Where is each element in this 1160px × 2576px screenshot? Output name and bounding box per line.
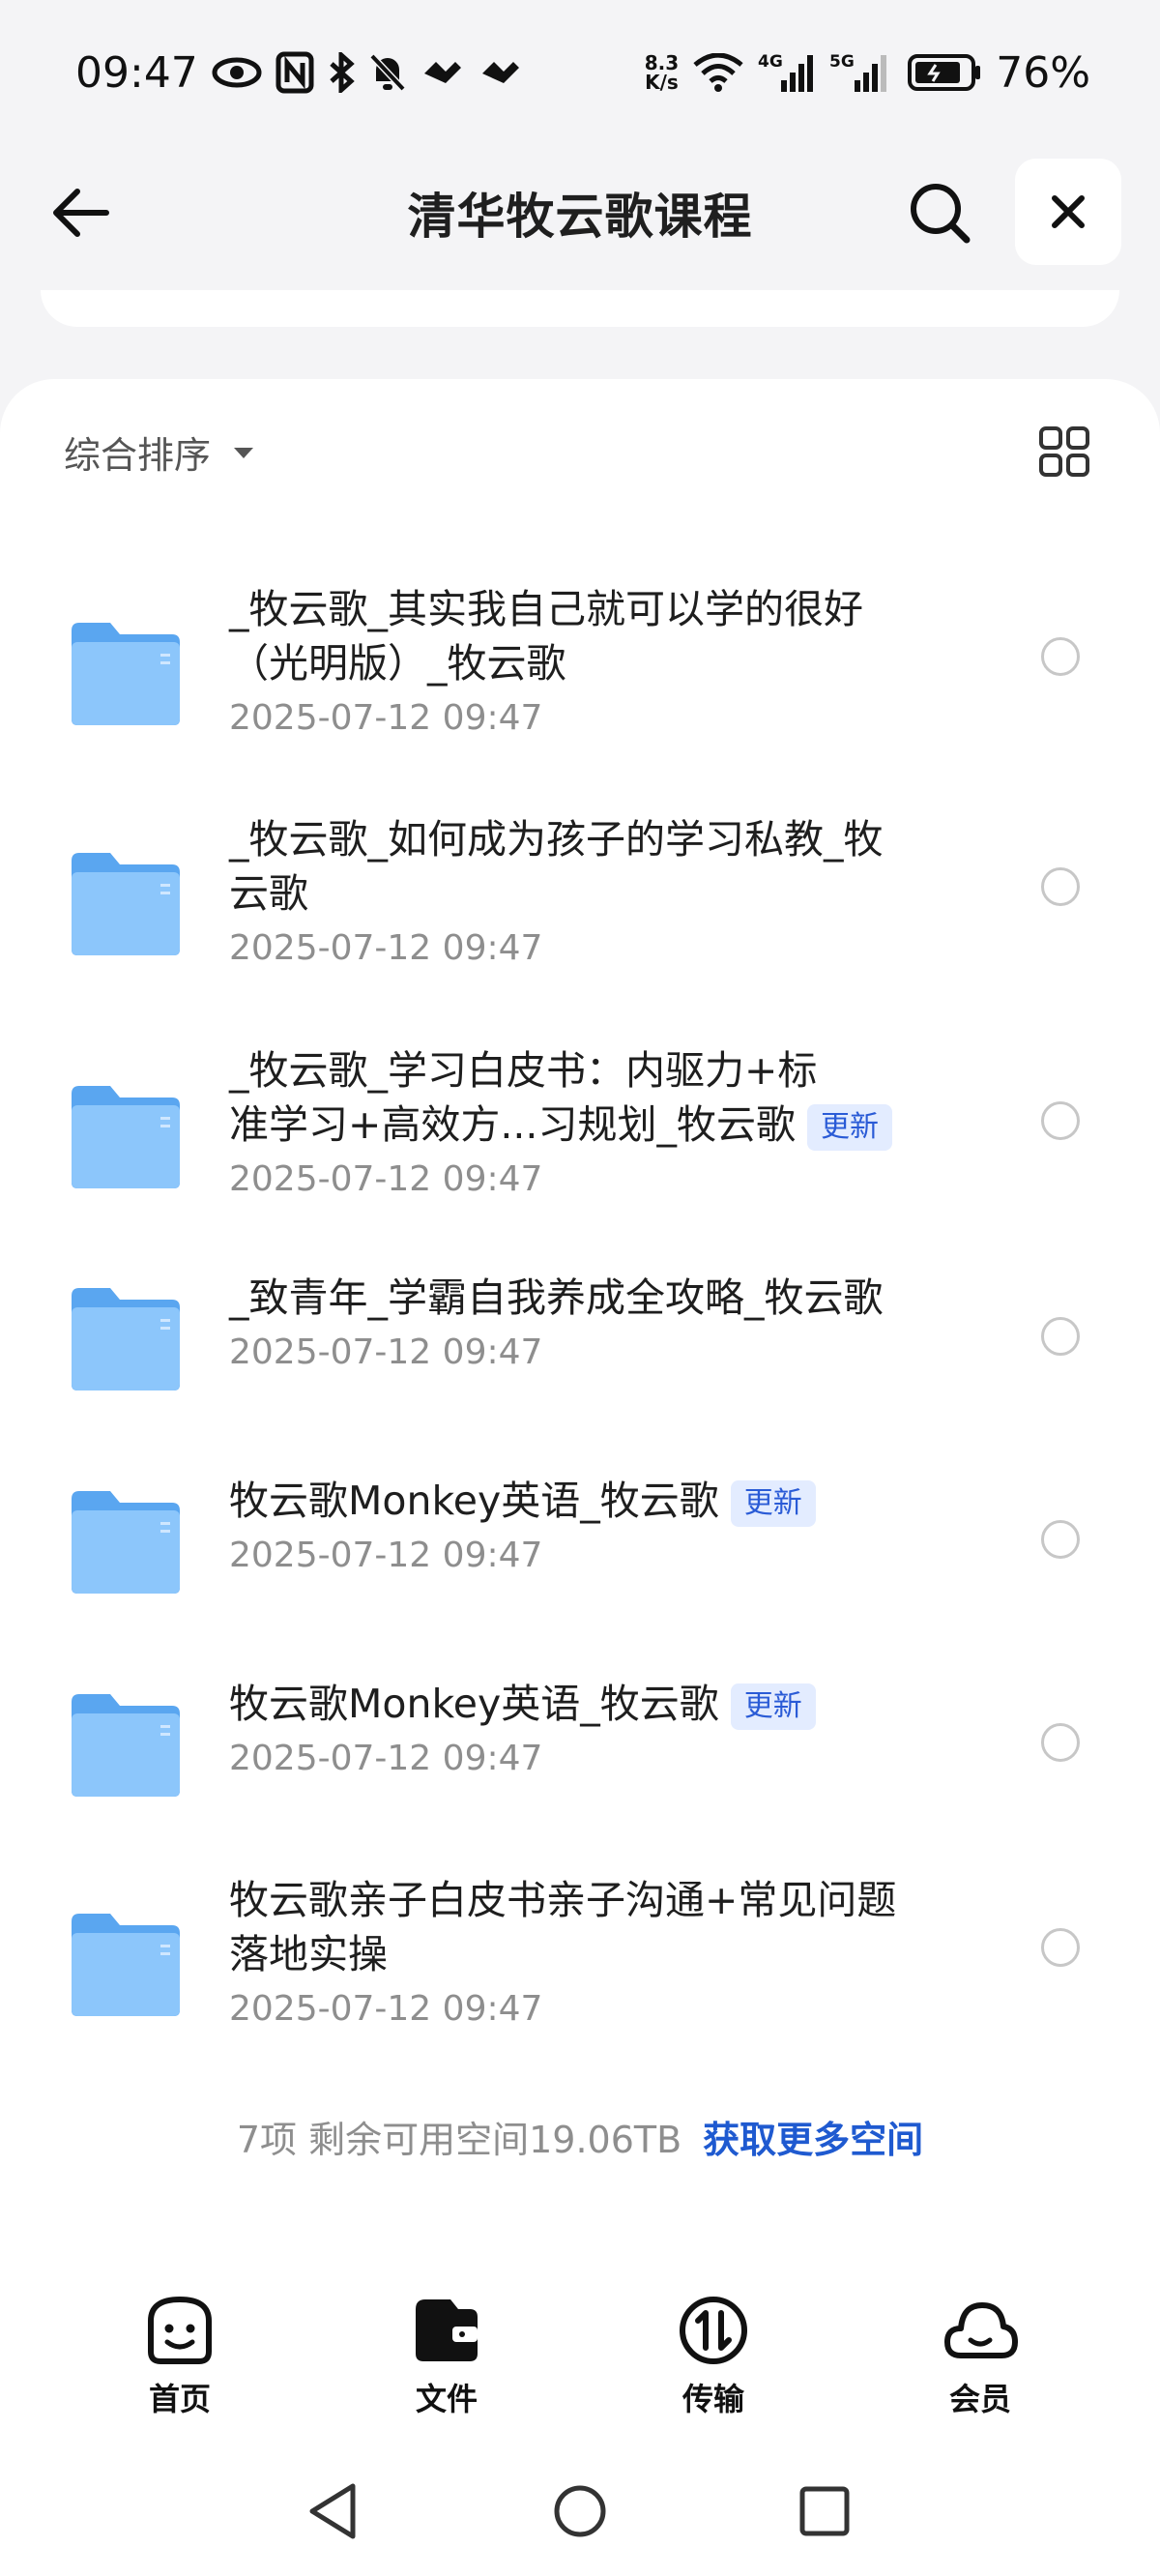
file-name: 牧云歌Monkey英语_牧云歌 更新 [229,1677,944,1731]
nfc-icon [276,51,314,94]
signal-5g-icon: 5G [829,51,893,94]
folder-icon [72,853,180,955]
folder-icon [72,1694,180,1797]
tab-home[interactable]: 首页 [102,2292,257,2437]
select-radio[interactable] [1041,1317,1080,1356]
system-back-button[interactable] [290,2468,377,2555]
tab-transfer-label: 传输 [682,2381,744,2417]
select-radio[interactable] [1041,637,1080,676]
battery-icon [907,52,982,93]
system-recents-button[interactable] [781,2468,868,2555]
update-badge: 更新 [730,1683,816,1730]
update-badge: 更新 [730,1480,816,1527]
tab-transfer[interactable]: 传输 [636,2292,791,2437]
get-more-space-link[interactable]: 获取更多空间 [703,2119,923,2161]
tab-files[interactable]: 文件 [369,2292,524,2437]
select-radio[interactable] [1041,1723,1080,1762]
file-list-panel: 综合排序 _牧云歌_其实我自己就可以学的很好 （光明版）_牧云歌 2025-07-… [0,379,1160,2576]
tab-member[interactable]: 会员 [903,2292,1058,2437]
list-item[interactable]: _牧云歌_如何成为孩子的学习私教_牧 云歌 2025-07-12 09:47 [0,793,1160,986]
bottom-nav: 首页 文件 传输 会员 [0,2292,1160,2437]
collapsed-panel-edge [41,290,1119,327]
select-radio[interactable] [1041,867,1080,906]
network-speed: 8.3 K/s [644,51,680,94]
transfer-icon [680,2297,747,2364]
tab-member-label: 会员 [948,2381,1011,2417]
file-date: 2025-07-12 09:47 [229,928,543,968]
header: 清华牧云歌课程 [0,145,1160,280]
file-name: _致青年_学霸自我养成全攻略_牧云歌 [229,1274,884,1321]
circle-home-icon [554,2485,606,2537]
grid-icon [1039,426,1089,477]
file-date: 2025-07-12 09:47 [229,1739,543,1778]
list-item[interactable]: 牧云歌亲子白皮书亲子沟通+常见问题 落地实操 2025-07-12 09:47 [0,1854,1160,2047]
sort-dropdown[interactable]: 综合排序 [64,425,255,479]
folder-icon [72,623,180,725]
battery-percent: 76% [996,47,1090,98]
cloud-icon [944,2302,1018,2358]
folder-icon [72,1086,180,1188]
page-title: 清华牧云歌课程 [407,189,753,245]
file-date: 2025-07-12 09:47 [229,1332,543,1372]
wifi-icon [692,53,744,92]
signal-5g-label: 5G [829,52,855,72]
smiley-icon [148,2296,212,2364]
list-item[interactable]: _牧云歌_学习白皮书：内驱力+标 准学习+高效方...习规划_牧云歌 更新 2025… [0,1022,1160,1215]
app-notification-icon-2 [478,56,523,89]
file-name: 牧云歌亲子白皮书亲子沟通+常见问题 落地实操 [229,1877,897,1977]
close-button[interactable] [1015,159,1121,265]
search-icon [911,184,971,244]
back-button[interactable] [48,182,126,244]
file-date: 2025-07-12 09:47 [229,1989,543,2029]
list-item[interactable]: _致青年_学霸自我养成全攻略_牧云歌 2025-07-12 09:47 [0,1247,1160,1421]
status-bar: 09:47 8.3 K/s 4G 5G 76% [0,0,1160,145]
file-name: _牧云歌_学习白皮书：内驱力+标 准学习+高效方...习规划_牧云歌 更新 [229,1043,944,1152]
clock: 09:47 [75,47,198,98]
storage-summary: 7项 剩余可用空间19.06TB 获取更多空间 [0,2110,1160,2163]
system-nav-bar [0,2468,1160,2555]
grid-view-button[interactable] [1038,425,1090,478]
select-radio[interactable] [1041,1928,1080,1967]
file-name: 牧云歌Monkey英语_牧云歌 更新 [229,1474,944,1528]
caret-down-icon [234,447,254,458]
arrow-left-icon [53,189,109,237]
folder-icon [72,1914,180,2016]
square-recents-icon [799,2486,850,2536]
select-radio[interactable] [1041,1520,1080,1559]
search-button[interactable] [901,174,978,251]
folder-icon [72,1288,180,1390]
app-notification-icon [420,56,465,89]
tab-files-label: 文件 [415,2381,478,2417]
list-item[interactable]: 牧云歌Monkey英语_牧云歌 更新 2025-07-12 09:47 [0,1450,1160,1625]
signal-4g-label: 4G [758,52,783,72]
file-date: 2025-07-12 09:47 [229,1536,543,1575]
sort-label: 综合排序 [64,434,212,477]
file-name: _牧云歌_其实我自己就可以学的很好 （光明版）_牧云歌 [229,586,863,687]
wallet-folder-icon [416,2299,478,2361]
file-date: 2025-07-12 09:47 [229,1159,543,1199]
update-badge: 更新 [806,1104,892,1151]
file-name: _牧云歌_如何成为孩子的学习私教_牧 云歌 [229,816,884,917]
eye-icon [212,56,262,89]
tab-home-label: 首页 [148,2381,211,2417]
list-item[interactable]: 牧云歌Monkey英语_牧云歌 更新 2025-07-12 09:47 [0,1654,1160,1828]
mute-bell-icon [368,52,407,93]
storage-summary-text: 7项 剩余可用空间19.06TB [236,2119,682,2161]
list-item[interactable]: _牧云歌_其实我自己就可以学的很好 （光明版）_牧云歌 2025-07-12 09… [0,563,1160,756]
signal-4g-icon: 4G [758,51,816,94]
bluetooth-icon [328,52,355,93]
folder-icon [72,1491,180,1594]
system-home-button[interactable] [536,2468,624,2555]
select-radio[interactable] [1041,1101,1080,1140]
close-icon [1052,195,1085,228]
triangle-back-icon [309,2483,356,2539]
file-date: 2025-07-12 09:47 [229,698,543,738]
